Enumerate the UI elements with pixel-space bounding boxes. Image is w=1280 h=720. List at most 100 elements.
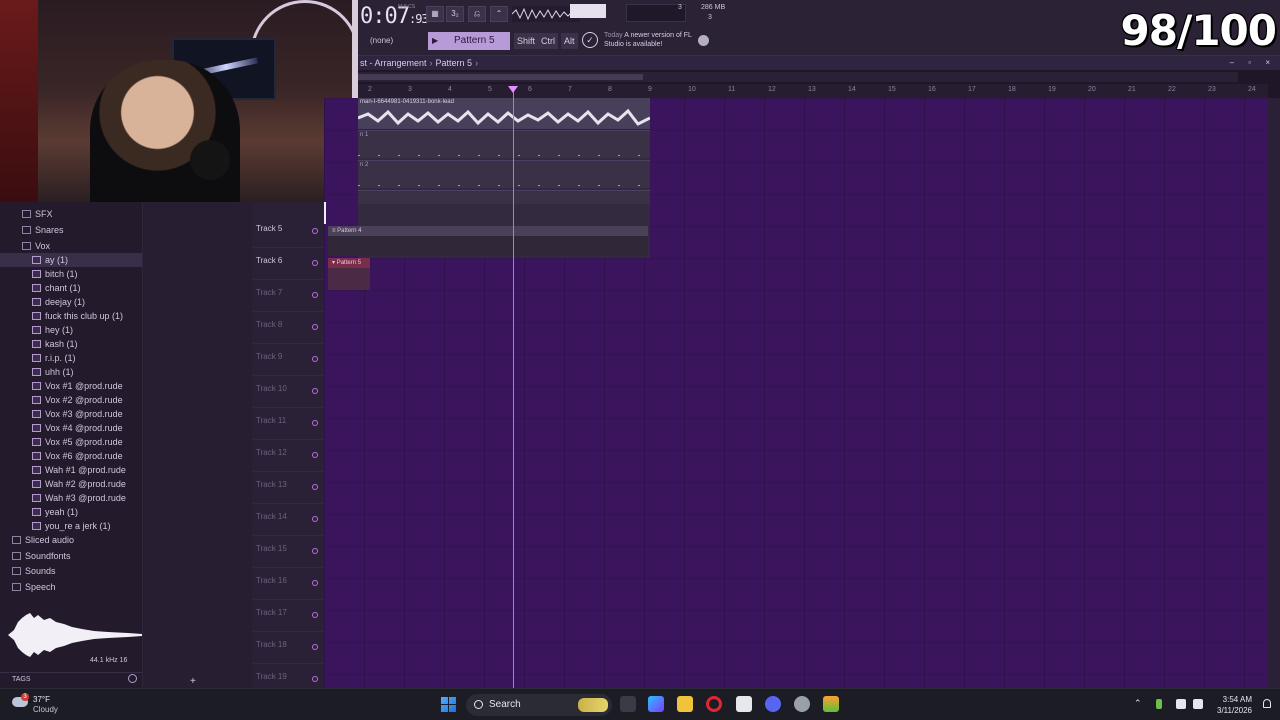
browser-folder[interactable]: Sliced audio — [0, 533, 74, 547]
track-header[interactable]: Track 17 — [252, 600, 324, 632]
track-enable-icon[interactable] — [312, 324, 318, 330]
track-enable-icon[interactable] — [312, 612, 318, 618]
weather-description[interactable]: Cloudy — [33, 705, 58, 714]
track-header[interactable]: Track 15 — [252, 536, 324, 568]
browser-folder[interactable]: SFX — [0, 207, 53, 221]
scroll-thumb[interactable] — [358, 74, 643, 80]
news-panel[interactable]: Today A newer version of FL Studio is av… — [604, 31, 704, 49]
wifi-icon[interactable] — [1176, 699, 1186, 709]
track-header[interactable]: Track 13 — [252, 472, 324, 504]
browser-file[interactable]: you_re a jerk (1) — [0, 519, 111, 533]
track-enable-icon[interactable] — [312, 516, 318, 522]
alt-button[interactable]: Alt — [561, 33, 578, 49]
breadcrumb-arrangement[interactable]: st - Arrangement — [360, 58, 427, 68]
track-header[interactable]: Track 12 — [252, 440, 324, 472]
track-enable-icon[interactable] — [312, 580, 318, 586]
browser-file[interactable]: fuck this club up (1) — [0, 309, 123, 323]
browser-file[interactable]: Vox #4 @prod.rude — [0, 421, 123, 435]
file-explorer-icon[interactable] — [677, 696, 693, 712]
pattern-clip[interactable] — [358, 190, 650, 204]
fl-studio-icon[interactable] — [823, 696, 839, 712]
track-enable-icon[interactable] — [312, 292, 318, 298]
metronome-button[interactable]: ⌃ — [490, 6, 508, 22]
audio-clip[interactable]: man-I-6644981-0419311-bonk-lead — [358, 98, 650, 130]
task-view-icon[interactable] — [620, 696, 636, 712]
pattern-4-clip[interactable]: ≡ Pattern 4 — [328, 226, 648, 236]
track-header[interactable]: Track 7 — [252, 280, 324, 312]
browser-folder[interactable]: Vox — [0, 239, 50, 253]
master-volume-display[interactable] — [570, 4, 606, 18]
track-enable-icon[interactable] — [312, 228, 318, 234]
ctrl-button[interactable]: Ctrl — [538, 33, 558, 49]
pattern-5-clip[interactable]: ▾ Pattern 5 — [328, 258, 370, 268]
windows-start-icon[interactable] — [441, 697, 456, 712]
search-icon[interactable] — [128, 674, 137, 683]
track-header[interactable]: Track 16 — [252, 568, 324, 600]
opera-icon[interactable] — [706, 696, 722, 712]
browser-folder[interactable]: Snares — [0, 223, 64, 237]
browser-folder[interactable]: Soundfonts — [0, 549, 71, 563]
track-enable-icon[interactable] — [312, 484, 318, 490]
pattern-clip[interactable]: n 2 — [358, 160, 650, 188]
track-header[interactable]: Track 18 — [252, 632, 324, 664]
track-header[interactable]: Track 11 — [252, 408, 324, 440]
browser-file[interactable]: kash (1) — [0, 337, 78, 351]
browser-file[interactable]: Vox #3 @prod.rude — [0, 407, 123, 421]
globe-icon[interactable] — [698, 35, 709, 46]
chevron-up-icon[interactable]: ⌃ — [1134, 698, 1142, 709]
loop-record-button[interactable]: ⎌ — [468, 6, 486, 22]
weather-temperature[interactable]: 37°F — [33, 695, 50, 704]
browser-file[interactable]: Vox #2 @prod.rude — [0, 393, 123, 407]
track-header[interactable]: Track 9 — [252, 344, 324, 376]
sample-waveform-preview[interactable] — [8, 610, 142, 660]
track-enable-icon[interactable] — [312, 356, 318, 362]
track-enable-icon[interactable] — [312, 452, 318, 458]
step-edit-button[interactable]: 3₂ — [446, 6, 464, 22]
track-header[interactable]: Track 14 — [252, 504, 324, 536]
track-enable-icon[interactable] — [312, 260, 318, 266]
browser-folder[interactable]: Sounds — [0, 564, 56, 578]
pattern-4-clip-body[interactable] — [328, 236, 648, 256]
track-header[interactable]: Track 10 — [252, 376, 324, 408]
track-enable-icon[interactable] — [312, 676, 318, 682]
browser-file[interactable]: ay (1) — [0, 253, 142, 267]
speaker-icon[interactable] — [1193, 699, 1203, 709]
browser-folder[interactable]: Speech — [0, 580, 56, 594]
browser-file[interactable]: Vox #6 @prod.rude — [0, 449, 123, 463]
browser-file[interactable]: Wah #1 @prod.rude — [0, 463, 126, 477]
store-icon[interactable] — [736, 696, 752, 712]
browser-file[interactable]: chant (1) — [0, 281, 81, 295]
track-header[interactable]: Track 8 — [252, 312, 324, 344]
news-icon[interactable]: ✓ — [582, 32, 598, 48]
browser-file[interactable]: Vox #5 @prod.rude — [0, 435, 123, 449]
browser-file[interactable]: Vox #1 @prod.rude — [0, 379, 123, 393]
shift-button[interactable]: Shift — [514, 33, 539, 49]
clock-date[interactable]: 3/11/2026 — [1212, 706, 1252, 715]
steam-icon[interactable] — [794, 696, 810, 712]
browser-file[interactable]: Wah #2 @prod.rude — [0, 477, 126, 491]
pattern-clip[interactable]: n 1 — [358, 130, 650, 158]
pattern-selector[interactable]: ▶ Pattern 5 + — [428, 32, 522, 50]
clock-time[interactable]: 3:54 AM — [1220, 695, 1252, 704]
add-icon[interactable]: + — [190, 676, 196, 687]
track-enable-icon[interactable] — [312, 548, 318, 554]
track-enable-icon[interactable] — [312, 388, 318, 394]
breadcrumb-pattern[interactable]: Pattern 5 — [436, 58, 473, 68]
playhead-marker[interactable] — [508, 86, 518, 93]
browser-file[interactable]: yeah (1) — [0, 505, 78, 519]
vertical-scrollbar[interactable] — [1268, 98, 1280, 688]
bell-icon[interactable] — [1263, 699, 1271, 708]
discord-icon[interactable] — [765, 696, 781, 712]
track-header[interactable]: Track 5 — [252, 216, 324, 248]
snap-selector[interactable]: (none) — [370, 33, 393, 49]
track-enable-icon[interactable] — [312, 420, 318, 426]
horizontal-scrollbar[interactable] — [358, 72, 1238, 82]
track-header[interactable]: Track 6 — [252, 248, 324, 280]
track-enable-icon[interactable] — [312, 644, 318, 650]
browser-file[interactable]: deejay (1) — [0, 295, 85, 309]
pattern-5-clip-body[interactable] — [328, 268, 370, 290]
browser-file[interactable]: Wah #3 @prod.rude — [0, 491, 126, 505]
song-position-display[interactable]: 0:07:93 — [360, 4, 429, 29]
copilot-icon[interactable] — [648, 696, 664, 712]
typing-keyboard-button[interactable]: ▦ — [426, 6, 444, 22]
